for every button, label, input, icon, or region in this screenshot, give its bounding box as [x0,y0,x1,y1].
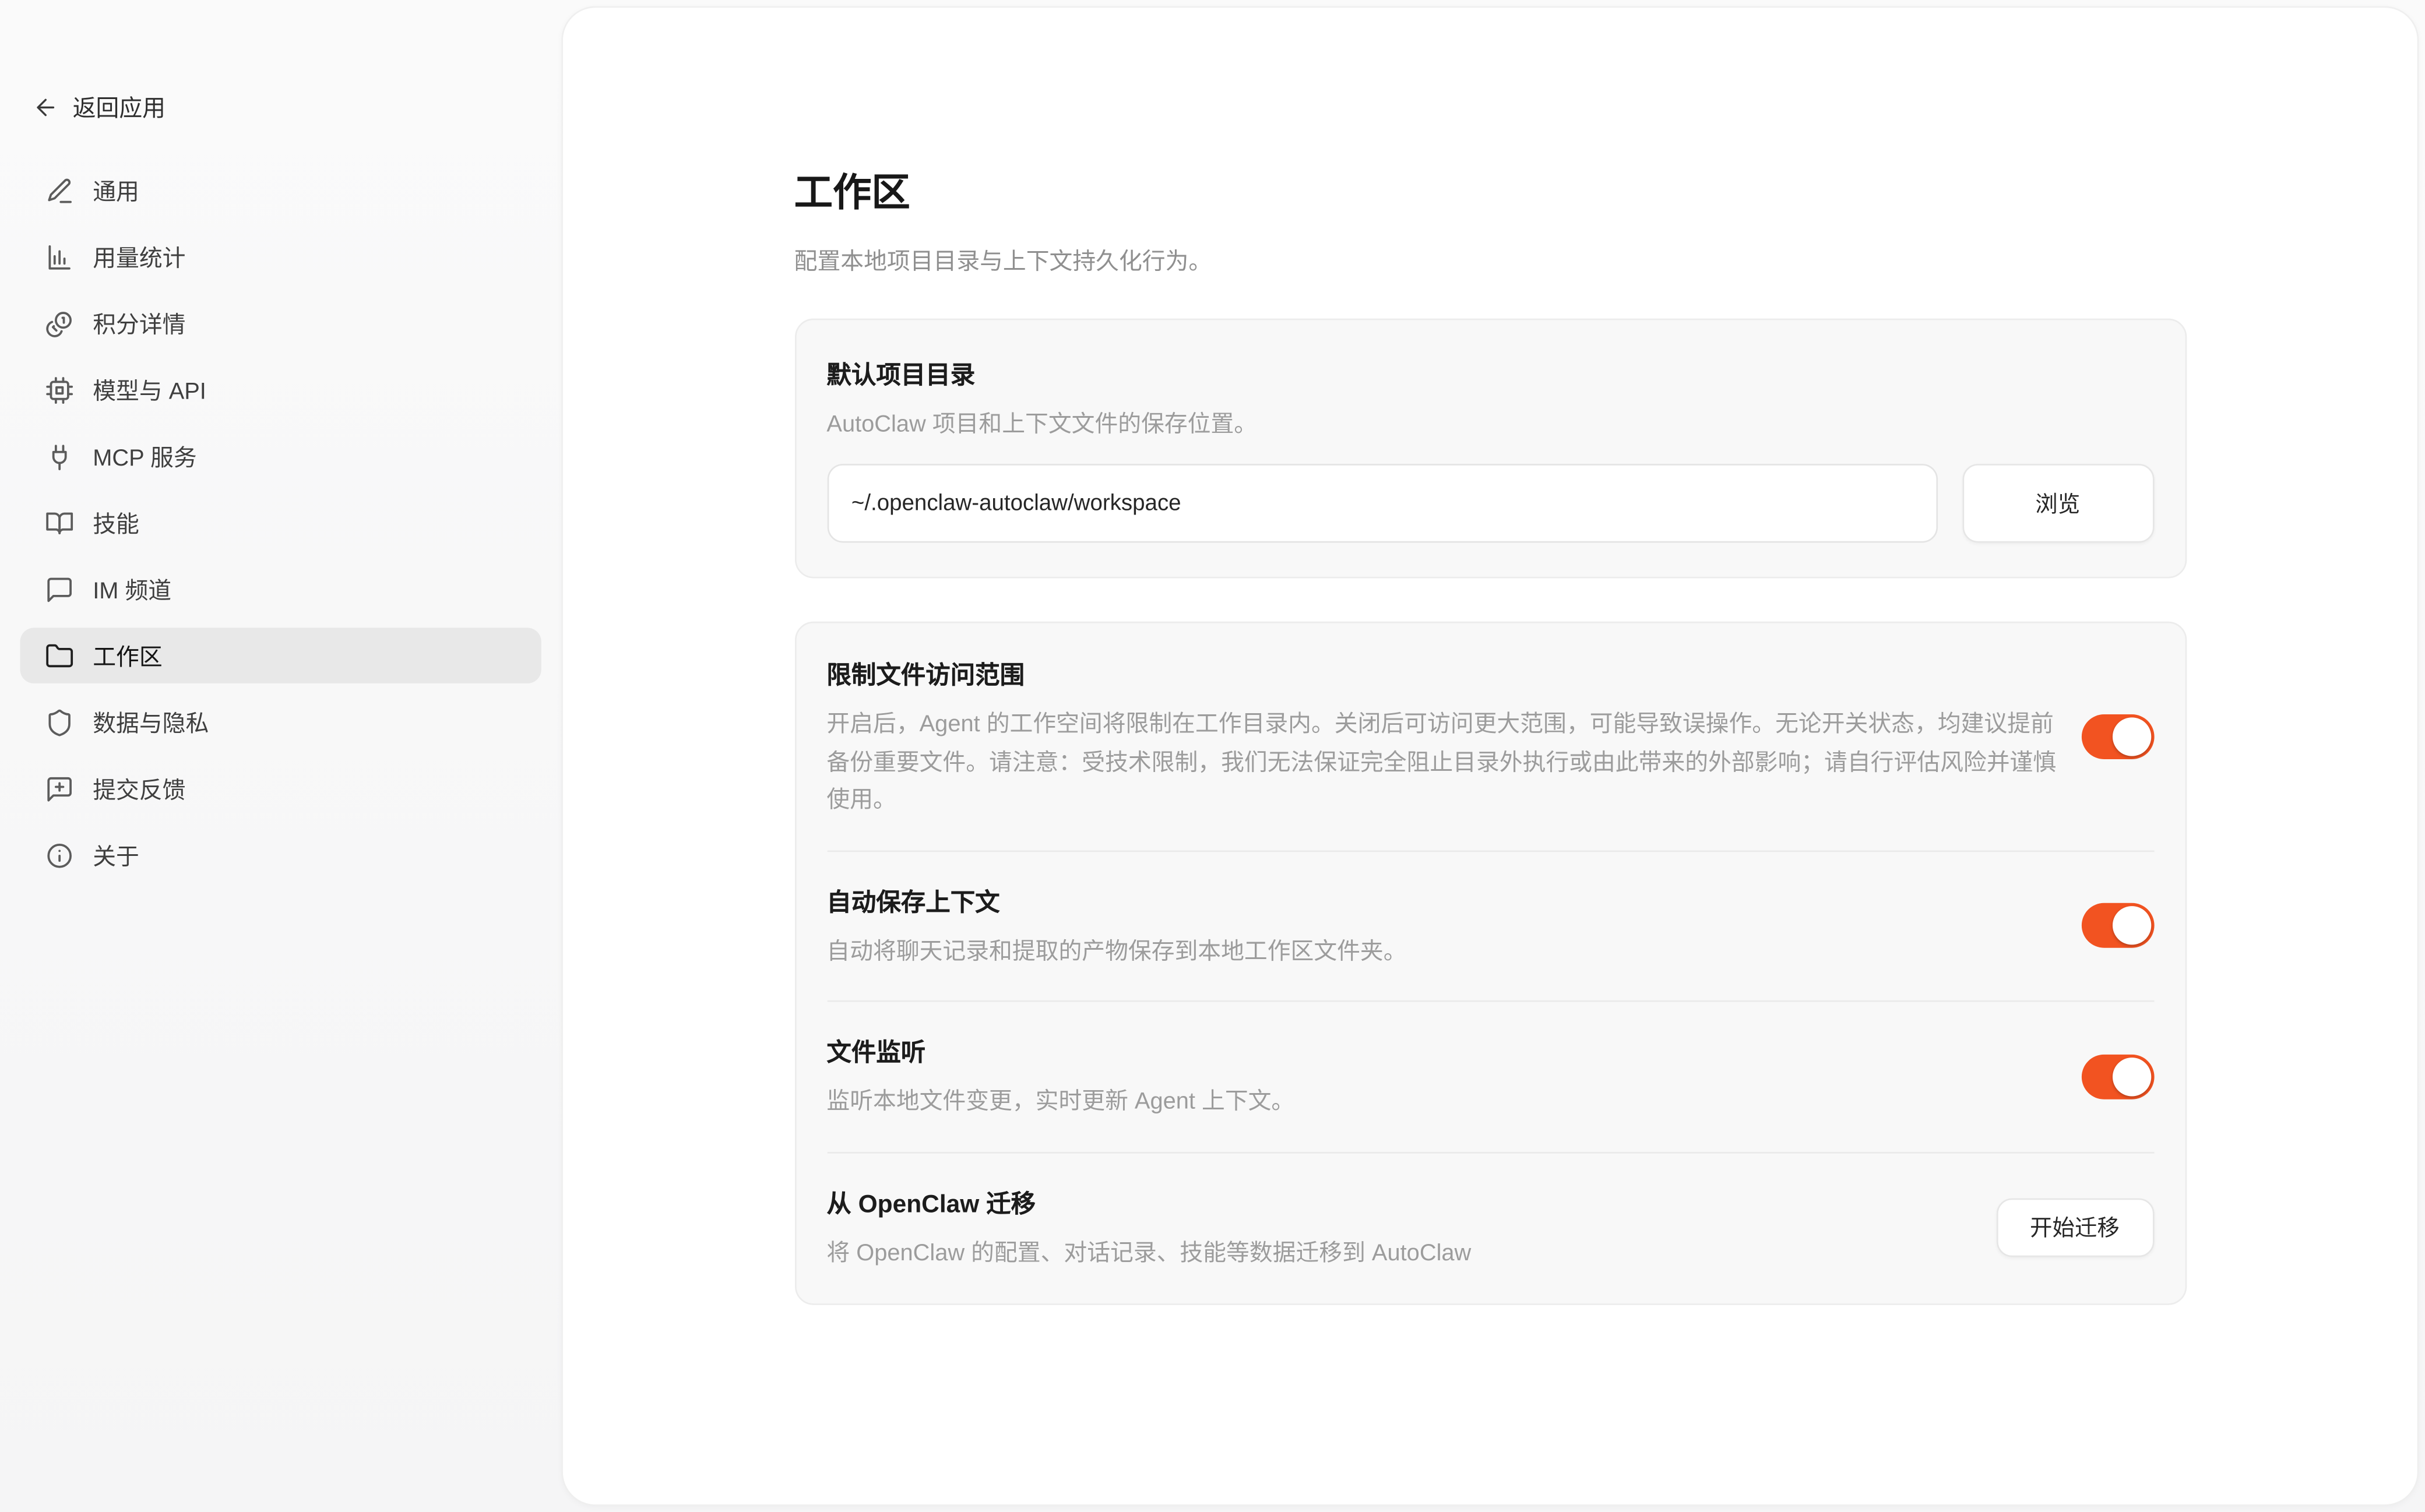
toggle-knob [2112,1057,2151,1095]
sidebar-item-workspace[interactable]: 工作区 [20,628,541,683]
sidebar-item-data-privacy[interactable]: 数据与隐私 [20,695,541,750]
workspace-path-input[interactable] [826,464,1937,542]
setting-row-restrict-access: 限制文件访问范围 开启后，Agent 的工作空间将限制在工作目录内。关闭后可访问… [826,625,2153,850]
sidebar-item-models-api[interactable]: 模型与 API [20,362,541,418]
sidebar-item-im-channels[interactable]: IM 频道 [20,561,541,617]
back-to-app-button[interactable]: 返回应用 [20,90,541,124]
setting-text: 限制文件访问范围 开启后，Agent 的工作空间将限制在工作目录内。关闭后可访问… [826,654,2056,820]
sidebar-item-label: MCP 服务 [93,440,196,473]
sidebar-item-credits[interactable]: 积分详情 [20,295,541,351]
toggle-knob [2112,718,2151,756]
sidebar-item-label: 提交反馈 [93,773,185,805]
folder-icon [43,640,74,671]
setting-title: 从 OpenClaw 迁移 [826,1182,1971,1220]
workspace-settings-content: 工作区 配置本地项目目录与上下文持久化行为。 默认项目目录 AutoClaw 项… [794,8,2186,1305]
sidebar-item-skills[interactable]: 技能 [20,495,541,551]
sidebar-item-label: 用量统计 [93,241,185,273]
toggle-knob [2112,907,2151,945]
main-panel: 工作区 配置本地项目目录与上下文持久化行为。 默认项目目录 AutoClaw 项… [561,6,2419,1506]
auto-save-context-toggle[interactable] [2081,903,2154,948]
sidebar-item-label: 工作区 [93,639,162,672]
setting-row-migrate-openclaw: 从 OpenClaw 迁移 将 OpenClaw 的配置、对话记录、技能等数据迁… [826,1151,2153,1302]
message-icon [43,574,74,605]
default-directory-title: 默认项目目录 [826,354,2153,392]
setting-text: 自动保存上下文 自动将聊天记录和提取的产物保存到本地工作区文件夹。 [826,880,2056,971]
setting-description: 将 OpenClaw 的配置、对话记录、技能等数据迁移到 AutoClaw [826,1235,1971,1273]
setting-description: 开启后，Agent 的工作空间将限制在工作目录内。关闭后可访问更大范围，可能导致… [826,707,2056,820]
setting-text: 从 OpenClaw 迁移 将 OpenClaw 的配置、对话记录、技能等数据迁… [826,1182,1971,1273]
page-title: 工作区 [794,168,2186,218]
setting-row-auto-save-context: 自动保存上下文 自动将聊天记录和提取的产物保存到本地工作区文件夹。 [826,850,2153,1000]
back-label: 返回应用 [73,90,166,123]
settings-sidebar: 返回应用 通用 用量统计 积分详情 [0,0,561,1512]
setting-title: 自动保存上下文 [826,880,2056,918]
coins-icon [43,308,74,339]
settings-window: 返回应用 通用 用量统计 积分详情 [0,0,2425,1512]
sidebar-item-general[interactable]: 通用 [20,163,541,218]
sidebar-item-label: 关于 [93,839,139,872]
setting-row-file-watch: 文件监听 监听本地文件变更，实时更新 Agent 上下文。 [826,1000,2153,1151]
sidebar-item-feedback[interactable]: 提交反馈 [20,761,541,817]
sidebar-item-usage-stats[interactable]: 用量统计 [20,229,541,285]
sidebar-item-mcp[interactable]: MCP 服务 [20,428,541,484]
default-directory-description: AutoClaw 项目和上下文文件的保存位置。 [826,407,2153,439]
bar-chart-icon [43,241,74,272]
start-migration-button[interactable]: 开始迁移 [1996,1198,2154,1257]
directory-input-row: 浏览 [826,464,2153,542]
pencil-icon [43,175,74,206]
info-icon [43,840,74,870]
setting-description: 自动将聊天记录和提取的产物保存到本地工作区文件夹。 [826,933,2056,971]
workspace-settings-card: 限制文件访问范围 开启后，Agent 的工作空间将限制在工作目录内。关闭后可访问… [794,622,2186,1305]
sidebar-item-label: 数据与隐私 [93,706,209,738]
sidebar-item-label: 积分详情 [93,307,185,340]
setting-description: 监听本地文件变更，实时更新 Agent 上下文。 [826,1084,2056,1122]
setting-text: 文件监听 监听本地文件变更，实时更新 Agent 上下文。 [826,1031,2056,1122]
sidebar-item-label: 通用 [93,174,139,207]
sidebar-nav: 通用 用量统计 积分详情 模型与 API [20,163,541,883]
feedback-icon [43,773,74,804]
arrow-left-icon [33,94,59,120]
setting-title: 文件监听 [826,1031,2056,1069]
sidebar-item-label: 技能 [93,506,139,539]
browse-button[interactable]: 浏览 [1962,464,2153,542]
restrict-access-toggle[interactable] [2081,715,2154,760]
plug-icon [43,440,74,471]
shield-icon [43,707,74,738]
sidebar-item-label: IM 频道 [93,573,171,605]
sidebar-item-label: 模型与 API [93,373,206,406]
setting-title: 限制文件访问范围 [826,654,2056,692]
page-subtitle: 配置本地项目目录与上下文持久化行为。 [794,244,2186,277]
book-open-icon [43,507,74,538]
default-directory-card: 默认项目目录 AutoClaw 项目和上下文文件的保存位置。 浏览 [794,319,2186,579]
file-watch-toggle[interactable] [2081,1054,2154,1099]
cpu-icon [43,374,74,405]
sidebar-item-about[interactable]: 关于 [20,827,541,883]
